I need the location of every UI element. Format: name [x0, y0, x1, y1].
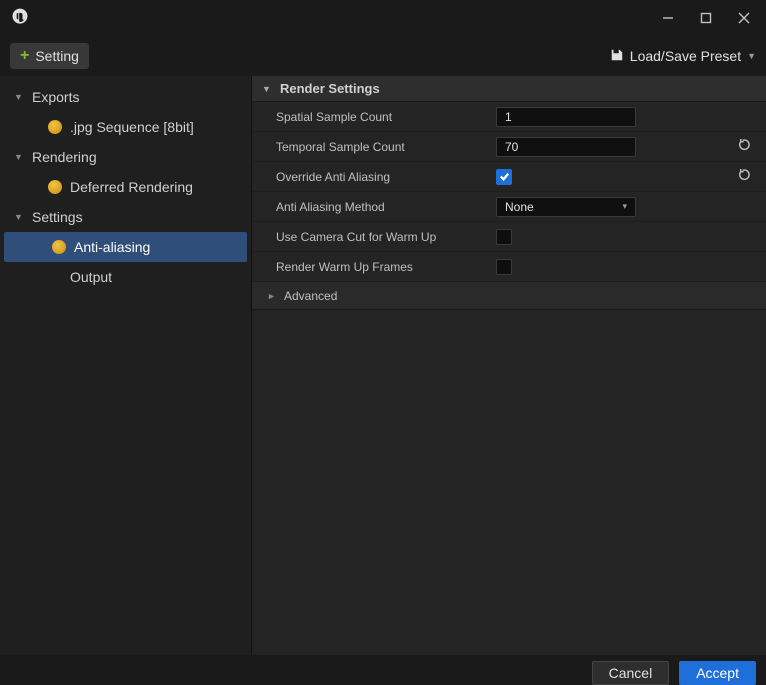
main-area: ▼ Exports .jpg Sequence [8bit] ▼ Renderi… — [0, 76, 766, 655]
sidebar-item-label: .jpg Sequence [8bit] — [70, 119, 194, 135]
chevron-down-icon: ▼ — [14, 152, 24, 162]
prop-label: Spatial Sample Count — [252, 110, 488, 124]
section-header-render-settings[interactable]: ▼ Render Settings — [252, 76, 766, 102]
prop-row-render-warm-up-frames: Render Warm Up Frames — [252, 252, 766, 282]
bullet-icon — [52, 240, 66, 254]
select-value: None — [505, 200, 534, 214]
sidebar-group-label: Exports — [32, 89, 79, 105]
load-save-preset-button[interactable]: Load/Save Preset ▼ — [610, 48, 756, 65]
sidebar-item-label: Output — [70, 269, 112, 285]
preset-label: Load/Save Preset — [630, 48, 741, 64]
prop-label: Temporal Sample Count — [252, 140, 488, 154]
window-maximize-button[interactable] — [692, 4, 720, 32]
accept-button[interactable]: Accept — [679, 661, 756, 685]
chevron-down-icon: ▼ — [747, 51, 756, 61]
sidebar-group-rendering[interactable]: ▼ Rendering — [0, 142, 251, 172]
add-setting-button[interactable]: + Setting — [10, 43, 89, 69]
sidebar-group-label: Settings — [32, 209, 83, 225]
sidebar-item-anti-aliasing[interactable]: Anti-aliasing — [4, 232, 247, 262]
plus-icon: + — [20, 48, 29, 64]
spatial-sample-input[interactable] — [496, 107, 636, 127]
chevron-down-icon: ▼ — [14, 212, 24, 222]
sidebar-item-jpg-sequence[interactable]: .jpg Sequence [8bit] — [0, 112, 251, 142]
reset-icon[interactable] — [737, 168, 752, 186]
sidebar-item-output[interactable]: Output — [0, 262, 251, 292]
footer: Cancel Accept — [0, 655, 766, 685]
render-warmup-checkbox[interactable] — [496, 259, 512, 275]
prop-row-use-camera-cut-warmup: Use Camera Cut for Warm Up — [252, 222, 766, 252]
chevron-right-icon: ▼ — [266, 291, 276, 301]
sidebar-group-settings[interactable]: ▼ Settings — [0, 202, 251, 232]
prop-row-spatial-sample-count: Spatial Sample Count — [252, 102, 766, 132]
chevron-down-icon: ▼ — [14, 92, 24, 102]
prop-label: Anti Aliasing Method — [252, 200, 488, 214]
camera-cut-checkbox[interactable] — [496, 229, 512, 245]
sidebar: ▼ Exports .jpg Sequence [8bit] ▼ Renderi… — [0, 76, 252, 655]
add-setting-label: Setting — [35, 48, 79, 64]
save-icon — [610, 48, 624, 65]
cancel-button[interactable]: Cancel — [592, 661, 670, 685]
prop-label: Use Camera Cut for Warm Up — [252, 230, 488, 244]
reset-icon[interactable] — [737, 138, 752, 156]
section-title: Render Settings — [280, 81, 380, 96]
prop-label: Override Anti Aliasing — [252, 170, 488, 184]
sidebar-group-label: Rendering — [32, 149, 97, 165]
properties-panel: ▼ Render Settings Spatial Sample Count T… — [252, 76, 766, 655]
advanced-label: Advanced — [284, 289, 337, 303]
chevron-down-icon: ▾ — [622, 201, 627, 212]
titlebar — [0, 0, 766, 36]
prop-row-temporal-sample-count: Temporal Sample Count — [252, 132, 766, 162]
sidebar-item-label: Deferred Rendering — [70, 179, 193, 195]
window-minimize-button[interactable] — [654, 4, 682, 32]
toolbar: + Setting Load/Save Preset ▼ — [0, 36, 766, 76]
prop-row-anti-aliasing-method: Anti Aliasing Method None ▾ — [252, 192, 766, 222]
bullet-icon — [48, 180, 62, 194]
temporal-sample-input[interactable] — [496, 137, 636, 157]
prop-label: Render Warm Up Frames — [252, 260, 488, 274]
section-advanced[interactable]: ▼ Advanced — [252, 282, 766, 310]
app-logo-icon — [10, 7, 30, 30]
override-aa-checkbox[interactable] — [496, 169, 512, 185]
aa-method-select[interactable]: None ▾ — [496, 197, 636, 217]
sidebar-item-deferred-rendering[interactable]: Deferred Rendering — [0, 172, 251, 202]
sidebar-item-label: Anti-aliasing — [74, 239, 150, 255]
bullet-icon — [48, 120, 62, 134]
sidebar-group-exports[interactable]: ▼ Exports — [0, 82, 251, 112]
prop-row-override-anti-aliasing: Override Anti Aliasing — [252, 162, 766, 192]
chevron-down-icon: ▼ — [262, 84, 272, 94]
window-close-button[interactable] — [730, 4, 758, 32]
